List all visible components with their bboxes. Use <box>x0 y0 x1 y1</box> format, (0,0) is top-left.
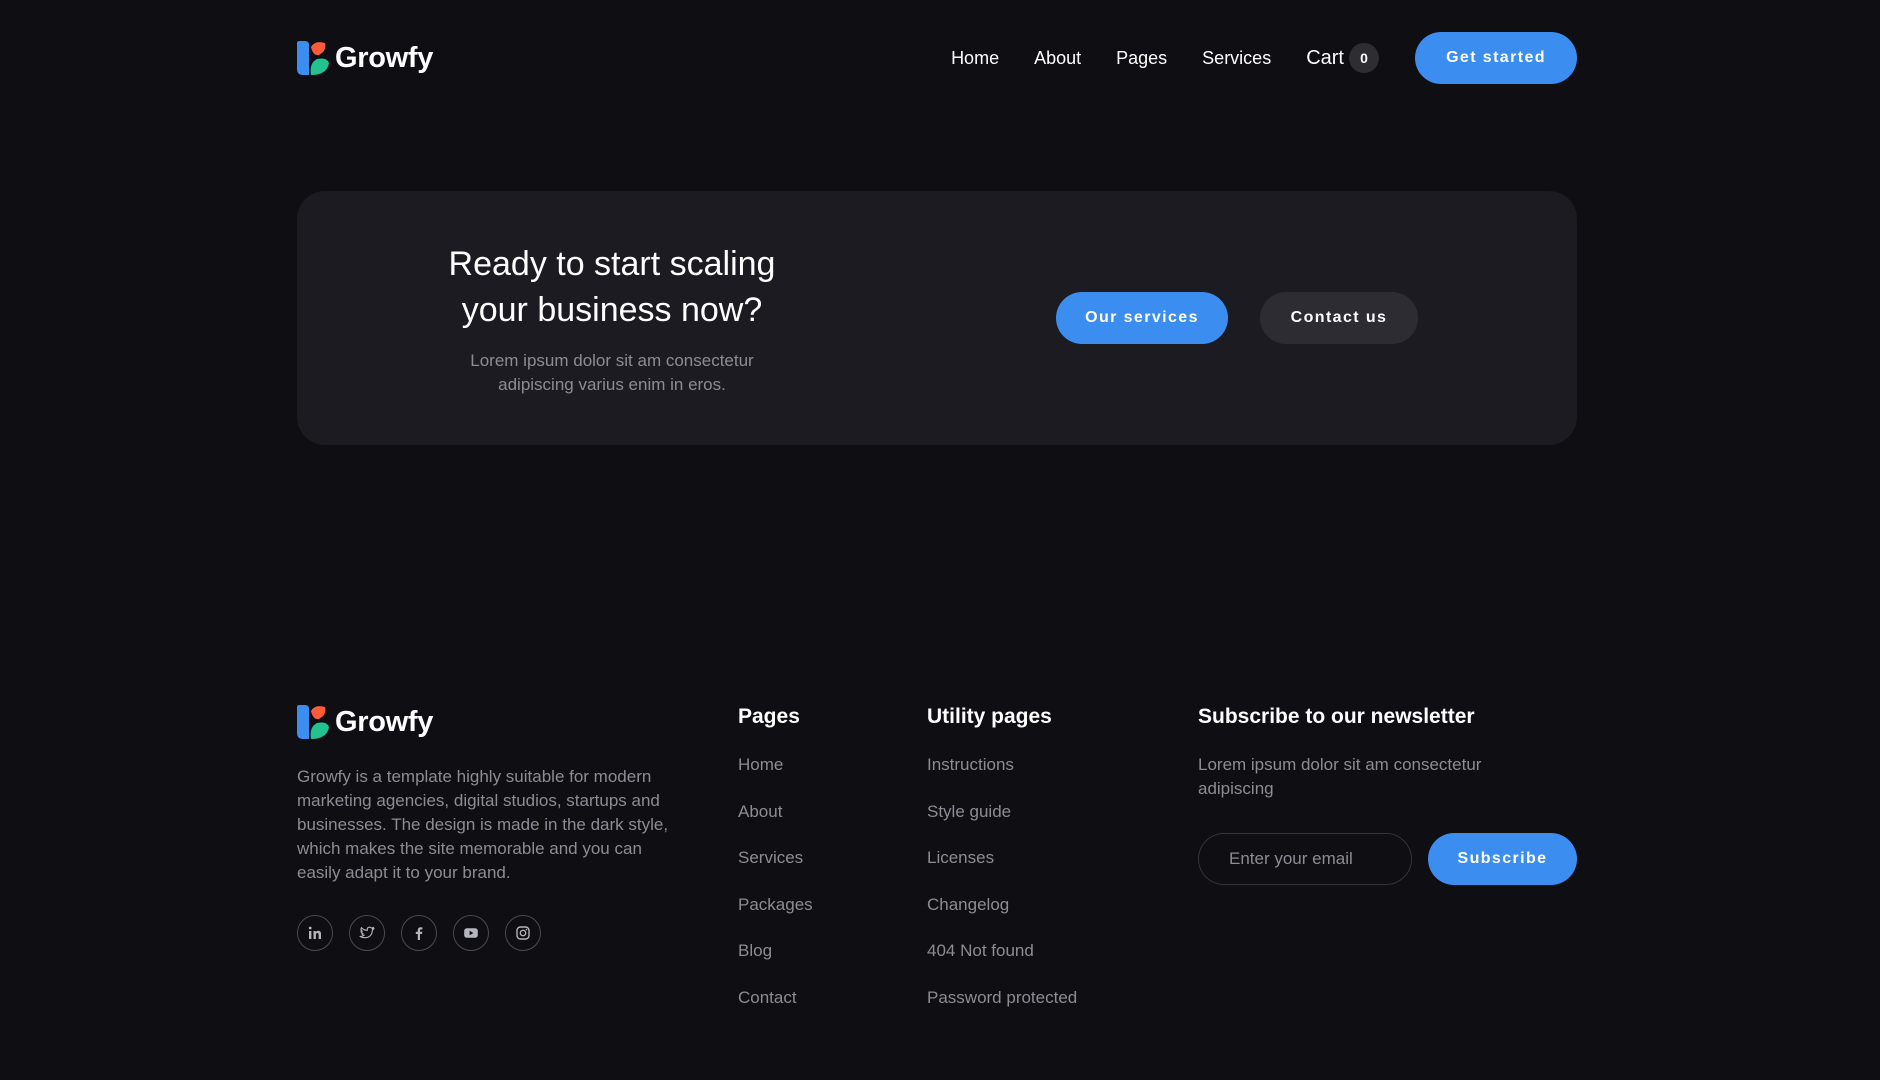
newsletter-form: Subscribe <box>1198 833 1578 885</box>
footer-link-about[interactable]: About <box>738 800 813 847</box>
facebook-icon <box>415 927 423 940</box>
site-header: Growfy Home About Pages Services Cart 0 … <box>297 32 1577 84</box>
footer-description: Growfy is a template highly suitable for… <box>297 767 669 882</box>
newsletter-title: Subscribe to our newsletter <box>1198 705 1475 728</box>
linkedin-link[interactable] <box>297 915 333 951</box>
cta-title-line-2: your business now? <box>461 291 763 329</box>
cart-count-badge: 0 <box>1349 43 1379 73</box>
footer-link-password-protected[interactable]: Password protected <box>927 986 1077 1033</box>
header-logo[interactable]: Growfy <box>297 41 433 75</box>
footer-brand: Growfy Growfy is a template highly suita… <box>297 705 682 951</box>
cta-buttons: Our services Contact us <box>1056 292 1418 344</box>
footer-logo[interactable]: Growfy <box>297 705 682 739</box>
footer-link-style-guide[interactable]: Style guide <box>927 800 1077 847</box>
cta-text-block: Ready to start scaling your business now… <box>417 241 807 397</box>
nav-home[interactable]: Home <box>951 48 999 69</box>
nav-about[interactable]: About <box>1034 48 1081 69</box>
twitter-link[interactable] <box>349 915 385 951</box>
growfy-logo-icon <box>297 705 329 739</box>
footer-link-packages[interactable]: Packages <box>738 893 813 940</box>
footer-link-services[interactable]: Services <box>738 846 813 893</box>
footer-link-home[interactable]: Home <box>738 753 813 800</box>
instagram-link[interactable] <box>505 915 541 951</box>
cart-button[interactable]: Cart 0 <box>1306 43 1379 73</box>
cta-card: Ready to start scaling your business now… <box>297 191 1577 445</box>
facebook-link[interactable] <box>401 915 437 951</box>
footer-pages-links: Home About Services Packages Blog Contac… <box>738 753 813 1032</box>
nav-services[interactable]: Services <box>1202 48 1271 69</box>
footer-utility-title: Utility pages <box>927 705 1052 728</box>
newsletter-description: Lorem ipsum dolor sit am consectetur adi… <box>1198 755 1482 798</box>
social-links <box>297 915 682 951</box>
cart-label: Cart <box>1306 46 1344 69</box>
subscribe-button[interactable]: Subscribe <box>1428 833 1577 885</box>
cta-title: Ready to start scaling your business now… <box>417 241 807 333</box>
youtube-icon <box>464 928 478 938</box>
footer-utility-links: Instructions Style guide Licenses Change… <box>927 753 1077 1032</box>
footer-link-404[interactable]: 404 Not found <box>927 939 1077 986</box>
cta-title-line-1: Ready to start scaling <box>448 245 776 283</box>
cta-subtitle-line-2: adipiscing varius enim in eros. <box>498 375 726 394</box>
contact-us-button[interactable]: Contact us <box>1260 292 1418 344</box>
footer-utility-column: Utility pages Instructions Style guide L… <box>927 703 1077 1032</box>
logo-text: Growfy <box>335 41 434 74</box>
footer-link-licenses[interactable]: Licenses <box>927 846 1077 893</box>
twitter-icon <box>359 926 375 939</box>
footer-link-instructions[interactable]: Instructions <box>927 753 1077 800</box>
email-field[interactable] <box>1198 833 1412 885</box>
get-started-button[interactable]: Get started <box>1415 32 1577 84</box>
footer-link-changelog[interactable]: Changelog <box>927 893 1077 940</box>
newsletter-section: Subscribe to our newsletter Lorem ipsum … <box>1198 703 1578 885</box>
growfy-logo-icon <box>297 41 329 75</box>
instagram-icon <box>516 926 530 940</box>
nav-pages[interactable]: Pages <box>1116 48 1167 69</box>
main-nav: Home About Pages Services Cart 0 Get sta… <box>951 32 1577 84</box>
footer-link-contact[interactable]: Contact <box>738 986 813 1033</box>
linkedin-icon <box>308 926 321 939</box>
youtube-link[interactable] <box>453 915 489 951</box>
our-services-button[interactable]: Our services <box>1056 292 1228 344</box>
footer-pages-title: Pages <box>738 705 800 728</box>
footer-logo-text: Growfy <box>335 705 434 738</box>
footer-pages-column: Pages Home About Services Packages Blog … <box>738 703 813 1032</box>
cta-subtitle: Lorem ipsum dolor sit am consectetur adi… <box>417 349 807 397</box>
footer-link-blog[interactable]: Blog <box>738 939 813 986</box>
cta-subtitle-line-1: Lorem ipsum dolor sit am consectetur <box>470 351 754 370</box>
